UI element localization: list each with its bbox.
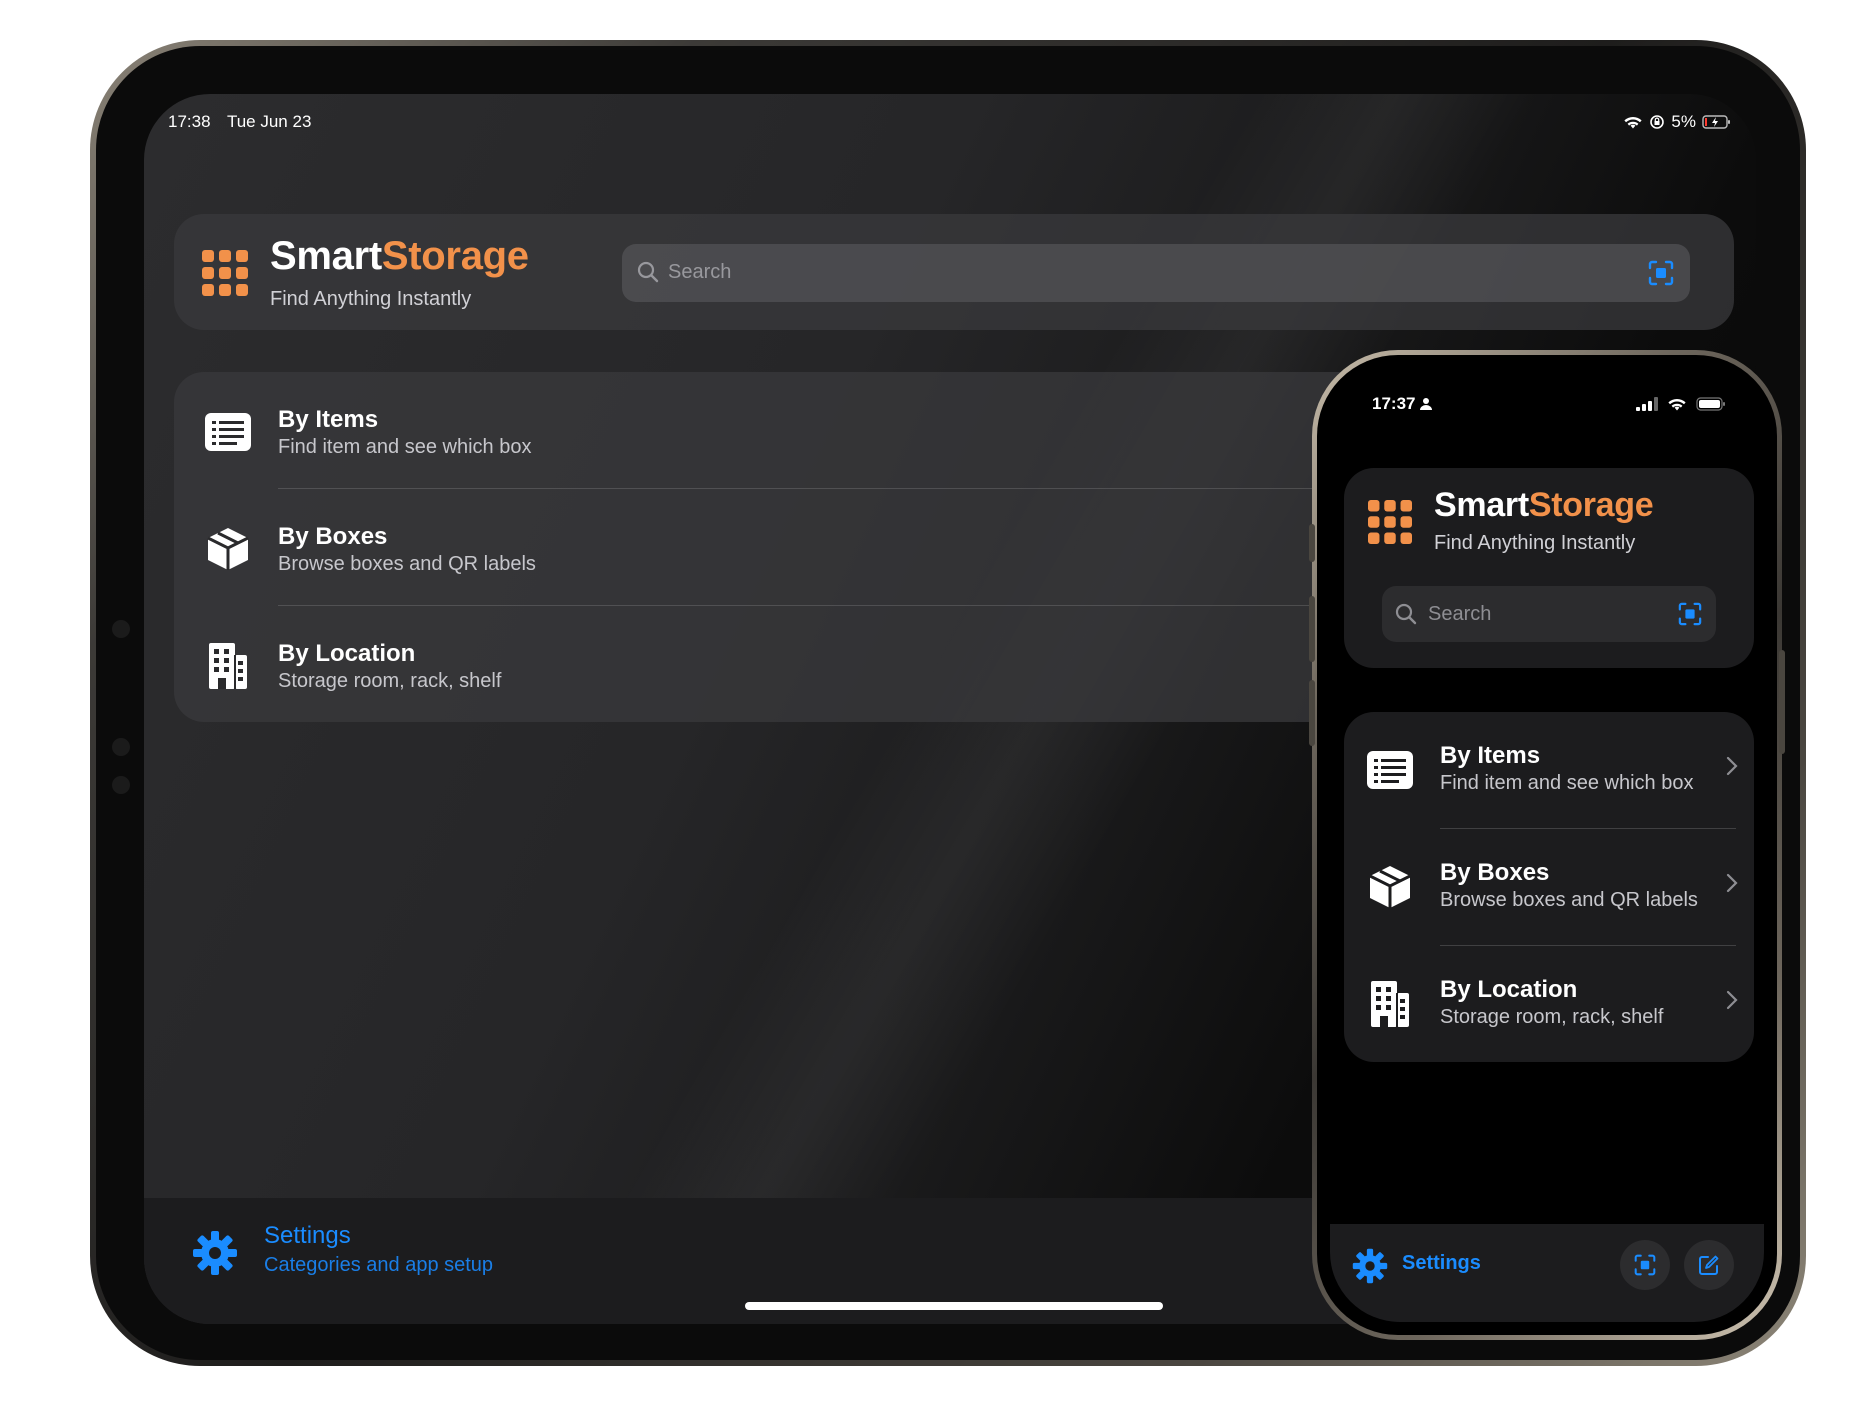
status-bar: 17:38 Tue Jun 23 5% [168, 112, 1732, 138]
person-icon [1420, 398, 1433, 410]
phone-device: 17:37 SmartStorage Find Anything Instant… [1309, 350, 1785, 1340]
search-placeholder: Search [1428, 603, 1492, 625]
menu-item-subtitle: Storage room, rack, shelf [1440, 1006, 1664, 1028]
chevron-right-icon [1726, 990, 1738, 1010]
box-icon [207, 528, 249, 570]
status-date: Tue Jun 23 [226, 112, 312, 131]
status-time: 17:38 [168, 112, 211, 131]
camera-dot [112, 620, 130, 638]
menu-item-title: By Items [278, 406, 379, 433]
chevron-right-icon [1726, 873, 1738, 893]
cellular-signal-icon [1636, 397, 1658, 411]
home-indicator[interactable] [745, 1302, 1163, 1310]
compose-icon [1699, 1255, 1719, 1275]
app-title: SmartStorage [1434, 486, 1654, 524]
settings-subtitle: Categories and app setup [264, 1254, 494, 1276]
search-bar[interactable]: Search [1382, 586, 1716, 642]
app-subtitle: Find Anything Instantly [1434, 532, 1636, 554]
chevron-right-icon [1726, 756, 1738, 776]
qr-scan-icon [1634, 1254, 1656, 1276]
battery-percent: 5% [1671, 112, 1696, 131]
list-icon [205, 413, 251, 451]
gear-icon[interactable] [1352, 1248, 1388, 1284]
building-icon [209, 643, 247, 689]
menu-item-title: By Location [1440, 976, 1578, 1003]
status-time: 17:37 [1372, 394, 1416, 413]
search-placeholder: Search [668, 261, 732, 283]
settings-link[interactable]: Settings [1402, 1252, 1481, 1275]
search-icon [637, 261, 659, 283]
menu-item-subtitle: Storage room, rack, shelf [278, 670, 502, 692]
phone-bezel: 17:37 SmartStorage Find Anything Instant… [1317, 355, 1777, 1335]
phone-screen: 17:37 SmartStorage Find Anything Instant… [1330, 368, 1764, 1322]
compose-button[interactable] [1684, 1240, 1734, 1290]
search-icon [1395, 603, 1417, 625]
app-header: SmartStorage Find Anything Instantly Sea… [1344, 468, 1754, 668]
building-icon [1371, 981, 1409, 1027]
app-header: SmartStorage Find Anything Instantly Sea… [174, 214, 1734, 330]
menu-list: By Items Find item and see which box By … [1344, 712, 1754, 1062]
battery-icon [1696, 397, 1725, 411]
menu-item-by-items[interactable]: By Items Find item and see which box [1344, 712, 1754, 828]
bottom-toolbar: Settings [1330, 1224, 1764, 1322]
gear-icon[interactable] [192, 1230, 238, 1276]
qr-scan-icon[interactable] [1678, 602, 1702, 626]
settings-link[interactable]: Settings [264, 1222, 351, 1250]
grid-logo-icon [1368, 500, 1412, 544]
menu-item-title: By Boxes [1440, 859, 1550, 886]
app-subtitle: Find Anything Instantly [270, 288, 472, 310]
grid-logo-icon [202, 250, 248, 296]
menu-item-by-boxes[interactable]: By Boxes Browse boxes and QR labels [1344, 829, 1754, 945]
menu-item-title: By Items [1440, 742, 1541, 769]
menu-item-subtitle: Browse boxes and QR labels [1440, 889, 1698, 911]
menu-item-title: By Location [278, 640, 416, 667]
menu-item-subtitle: Find item and see which box [1440, 772, 1694, 794]
wifi-icon [1668, 399, 1686, 411]
scan-button[interactable] [1620, 1240, 1670, 1290]
box-icon [1369, 866, 1411, 908]
list-icon [1367, 751, 1413, 789]
app-title: SmartStorage [270, 234, 529, 278]
orientation-lock-icon [1650, 115, 1665, 129]
menu-item-by-location[interactable]: By Location Storage room, rack, shelf [1344, 946, 1754, 1062]
search-bar[interactable]: Search [622, 244, 1690, 302]
qr-scan-icon[interactable] [1648, 260, 1674, 286]
sensor-dot [112, 776, 130, 794]
sensor-dot [112, 738, 130, 756]
battery-charging-icon [1702, 115, 1730, 129]
menu-item-subtitle: Browse boxes and QR labels [278, 553, 536, 575]
menu-item-subtitle: Find item and see which box [278, 436, 532, 458]
wifi-icon [1624, 117, 1643, 129]
menu-item-title: By Boxes [278, 523, 388, 550]
status-bar: 17:37 [1372, 394, 1726, 418]
